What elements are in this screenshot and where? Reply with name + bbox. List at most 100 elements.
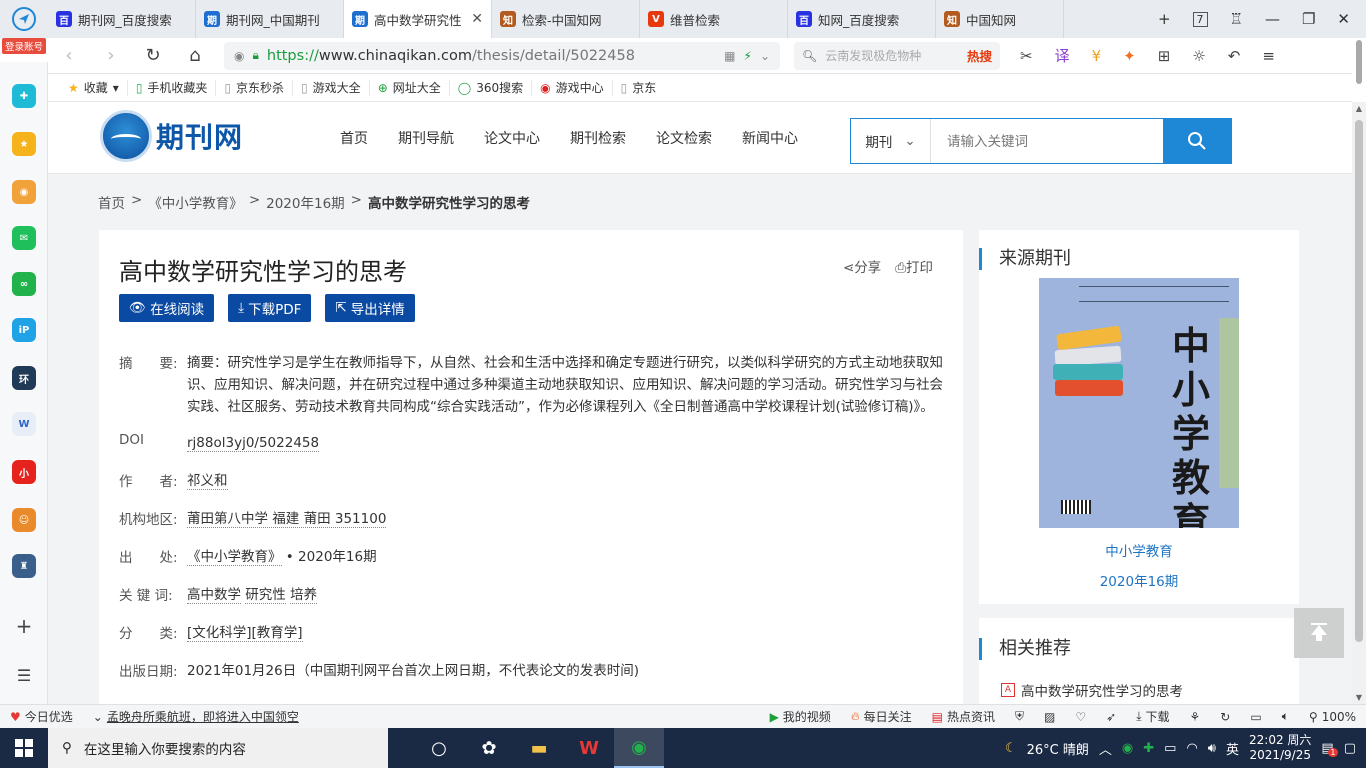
read-online-button[interactable]: 👁︎ 在线阅读: [119, 294, 215, 322]
browser-nav-icon[interactable]: [0, 0, 48, 38]
author-link[interactable]: 祁义和: [187, 473, 228, 490]
brightness-icon[interactable]: ☼: [1192, 47, 1205, 65]
qr-icon[interactable]: ▦: [724, 49, 735, 63]
taskbar-search[interactable]: ⚲ 在这里输入你要搜索的内容: [48, 728, 388, 768]
reload-icon[interactable]: ↻: [132, 45, 174, 66]
dropdown-icon[interactable]: ⌄: [760, 49, 770, 63]
tray-expand-icon[interactable]: ︿: [1099, 739, 1112, 758]
link-icon[interactable]: ∞: [12, 272, 36, 296]
browser-app[interactable]: ◉: [614, 728, 664, 768]
bookmark-item[interactable]: ◉ 游戏中心: [532, 79, 613, 96]
rocket-button[interactable]: ➶: [1096, 710, 1126, 724]
volume-button[interactable]: 🔈︎: [1272, 709, 1299, 724]
bookmark-item[interactable]: ▯ 游戏大全: [293, 79, 370, 96]
screenshot-icon[interactable]: ✂: [1020, 47, 1033, 65]
favorites-star-icon[interactable]: ★: [12, 132, 36, 156]
keyword-link[interactable]: 培养: [290, 587, 318, 604]
menu-list-icon[interactable]: ☰: [12, 666, 36, 685]
keyword-link[interactable]: 高中数学: [187, 587, 241, 604]
scroll-down-icon[interactable]: ▼: [1352, 693, 1366, 702]
nav-news[interactable]: 新闻中心: [742, 128, 798, 148]
class-link[interactable]: [文化科学][教育学]: [187, 625, 303, 642]
tab-1[interactable]: 期 期刊网_中国期刊: [196, 0, 344, 38]
ip-icon[interactable]: iP: [12, 318, 36, 342]
journal-cover-image[interactable]: 中小学教育: [1039, 278, 1239, 528]
zoom-level[interactable]: ⚲ 100%: [1299, 710, 1366, 724]
window-button[interactable]: ▭: [1240, 710, 1271, 724]
keyword-link[interactable]: 研究性: [245, 587, 286, 604]
health-icon[interactable]: ✚: [12, 84, 36, 108]
close-window-icon[interactable]: ✕: [1337, 10, 1350, 28]
breadcrumb-home[interactable]: 首页: [98, 192, 125, 212]
nav-journals[interactable]: 期刊导航: [398, 128, 454, 148]
tab-0[interactable]: 百 期刊网_百度搜索: [48, 0, 196, 38]
bookmark-item[interactable]: ⊕ 网址大全: [370, 79, 450, 96]
tray-plus-icon[interactable]: ✚: [1143, 741, 1154, 756]
add-icon[interactable]: +: [12, 614, 36, 638]
tab-6[interactable]: 知 中国知网: [936, 0, 1064, 38]
close-tab-icon[interactable]: ✕: [471, 11, 483, 27]
print-button[interactable]: ⎙打印: [895, 256, 933, 276]
refresh-button[interactable]: ↻: [1210, 710, 1240, 724]
breadcrumb-issue[interactable]: 2020年16期: [266, 192, 345, 212]
home-icon[interactable]: ⌂: [174, 45, 216, 66]
hot-search-label[interactable]: 热搜: [967, 46, 992, 65]
scroll-up-icon[interactable]: ▲: [1352, 104, 1366, 113]
org-link[interactable]: 莆田第八中学 福建 莆田 351100: [187, 511, 387, 528]
my-video[interactable]: ▶ 我的视频: [760, 708, 841, 725]
nav-papers[interactable]: 论文中心: [484, 128, 540, 148]
mail-icon[interactable]: ✉: [12, 226, 36, 250]
back-icon[interactable]: ‹: [48, 45, 90, 66]
health-button[interactable]: ♡: [1065, 710, 1096, 724]
tab-4[interactable]: V 维普检索: [640, 0, 788, 38]
search-category-select[interactable]: 期刊 ⌄: [851, 119, 931, 163]
game-icon[interactable]: ♜: [12, 554, 36, 578]
minimize-icon[interactable]: —: [1265, 10, 1280, 28]
new-tab-icon[interactable]: +: [1158, 10, 1171, 28]
bookmark-item[interactable]: ▯ 手机收藏夹: [128, 79, 217, 96]
forward-icon[interactable]: ›: [90, 45, 132, 66]
login-button[interactable]: 登录账号: [1, 38, 46, 54]
volume-icon[interactable]: 🔊︎: [1208, 741, 1216, 756]
daily-focus[interactable]: 🔥︎ 每日关注: [841, 708, 922, 725]
share-button[interactable]: ⋖分享: [843, 256, 881, 276]
hot-news[interactable]: ▤ 热点资讯: [922, 708, 1005, 725]
scroll-thumb[interactable]: [1356, 40, 1362, 84]
image-button[interactable]: ▨: [1034, 710, 1065, 724]
back-to-top-button[interactable]: [1294, 608, 1344, 658]
weather-text[interactable]: 26°C 晴朗: [1027, 739, 1089, 758]
doi-value[interactable]: rj88ol3yj0/5022458: [187, 435, 320, 452]
undo-icon[interactable]: ↶: [1228, 47, 1241, 65]
related-item[interactable]: A 高中数学研究性学习的思考: [1001, 680, 1183, 700]
bookmark-item[interactable]: ▯ 京东秒杀: [216, 79, 294, 96]
speed-mode-icon[interactable]: ⚡: [744, 49, 752, 63]
notification-icon[interactable]: ▤ 1: [1321, 741, 1338, 757]
search-button[interactable]: [1163, 119, 1231, 163]
page-scrollbar[interactable]: ▲ ▼: [1352, 102, 1366, 704]
skin-icon[interactable]: ♖: [1230, 10, 1243, 28]
weibo-icon[interactable]: ◉: [12, 180, 36, 204]
export-button[interactable]: ⇱ 导出详情: [325, 294, 415, 322]
task-view-button[interactable]: ○: [414, 728, 464, 768]
journal-issue-link[interactable]: 2020年16期: [979, 570, 1299, 590]
action-center-icon[interactable]: ▢: [1344, 741, 1356, 756]
clock[interactable]: 22:02 周六 2021/9/25: [1249, 733, 1311, 763]
breadcrumb-journal[interactable]: 《中小学教育》: [148, 192, 243, 212]
tab-2-active[interactable]: 期 高中数学研究性 ✕: [344, 0, 492, 38]
news-ticker[interactable]: ⌄ 孟晚舟所乘航班，即将进入中国领空: [83, 708, 309, 725]
maximize-icon[interactable]: ❐: [1302, 10, 1315, 28]
shopping-icon[interactable]: ¥: [1092, 47, 1102, 65]
news-icon[interactable]: 环: [12, 366, 36, 390]
tab-3[interactable]: 知 检索-中国知网: [492, 0, 640, 38]
site-logo[interactable]: 期刊网: [100, 110, 243, 162]
start-button[interactable]: [0, 728, 48, 768]
journal-name-link[interactable]: 中小学教育: [979, 540, 1299, 560]
url-input[interactable]: ◉ 🔒︎ https://www.chinaqikan.com/thesis/d…: [224, 41, 780, 70]
scroll-thumb[interactable]: [1355, 120, 1363, 642]
cleanup-button[interactable]: ⚘: [1180, 710, 1211, 724]
battery-icon[interactable]: ▭: [1164, 741, 1176, 756]
shield-button[interactable]: ⛨: [1005, 709, 1034, 724]
nav-journal-search[interactable]: 期刊检索: [570, 128, 626, 148]
tray-app-icon[interactable]: ◉: [1122, 741, 1133, 756]
word-icon[interactable]: W: [12, 412, 36, 436]
